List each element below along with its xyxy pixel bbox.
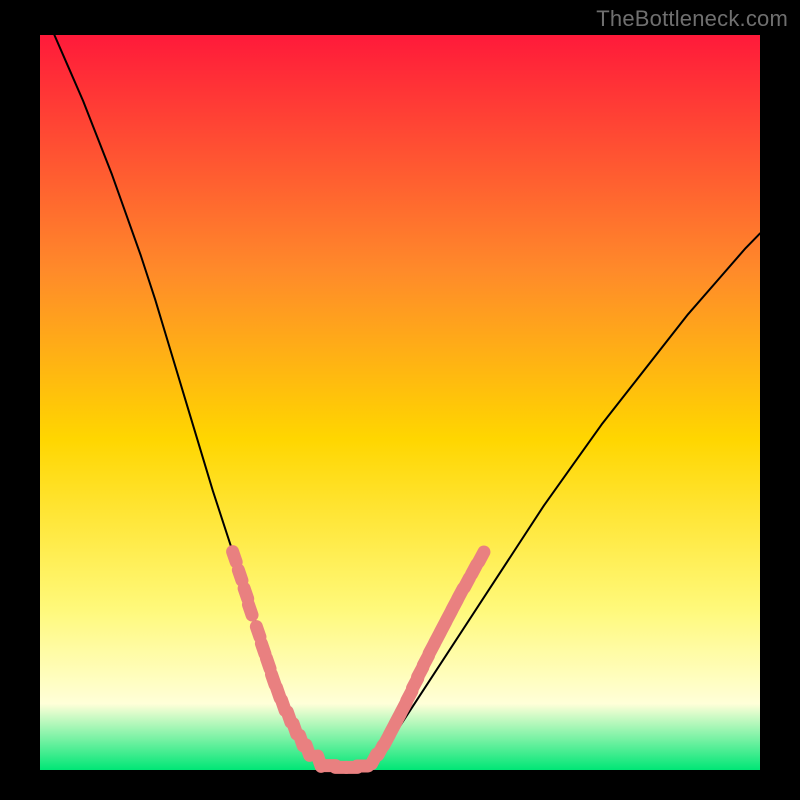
plot-background <box>40 35 760 770</box>
watermark-text: TheBottleneck.com <box>596 6 788 32</box>
bottleneck-plot <box>0 0 800 800</box>
chart-stage: TheBottleneck.com <box>0 0 800 800</box>
